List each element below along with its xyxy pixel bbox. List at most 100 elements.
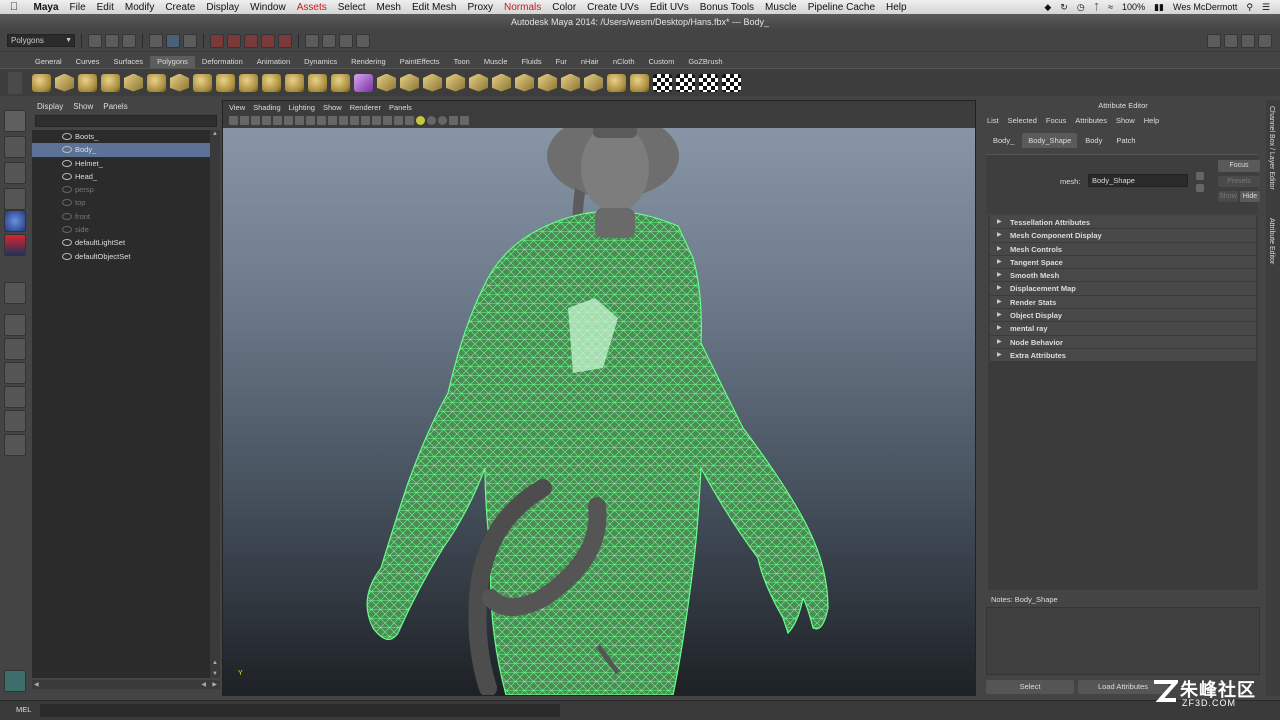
shelf-tab-toon[interactable]: Toon [447, 56, 477, 68]
snap-plane-icon[interactable] [261, 33, 275, 48]
shelf-tab-fur[interactable]: Fur [549, 56, 574, 68]
menu-maya[interactable]: Maya [28, 2, 64, 13]
scale-tool-icon[interactable] [4, 234, 26, 256]
xray-joints-icon[interactable] [427, 116, 436, 125]
attr-section-render-stats[interactable]: ▶ Render Stats [990, 295, 1256, 310]
viewport-scene[interactable]: Y [223, 128, 975, 695]
expand-arrow-icon[interactable]: ▶ [997, 282, 1002, 295]
outliner-search-field[interactable] [35, 115, 217, 127]
outliner-item[interactable]: top [32, 196, 210, 209]
resolution-gate-icon[interactable] [295, 116, 304, 125]
collapse-icon[interactable] [584, 73, 603, 92]
bluetooth-icon[interactable]: ᛏ [1094, 2, 1099, 12]
poly-cone-icon[interactable] [101, 73, 120, 92]
select-hierarchy-icon[interactable] [149, 33, 163, 48]
attr-section-object-display[interactable]: ▶ Object Display [990, 309, 1256, 323]
attribute-editor-toggle-icon[interactable] [1224, 33, 1238, 48]
last-tool-icon[interactable] [4, 282, 26, 304]
bookmarks-icon[interactable] [251, 116, 260, 125]
ipr-render-icon[interactable] [339, 33, 353, 48]
select-object-icon[interactable] [166, 33, 180, 48]
menu-pipeline-cache[interactable]: Pipeline Cache [802, 2, 880, 13]
presets-button[interactable]: Presets [1218, 176, 1260, 187]
hud-icon[interactable] [449, 116, 458, 125]
combine-icon[interactable] [239, 73, 258, 92]
menu-file[interactable]: File [64, 2, 91, 13]
persp-graph-layout-icon[interactable] [4, 386, 26, 408]
insert-edge-loop-icon[interactable] [492, 73, 511, 92]
lasso-tool-icon[interactable] [4, 136, 26, 158]
attr-menu-selected[interactable]: Selected [1008, 112, 1037, 130]
render-settings-icon[interactable] [356, 33, 370, 48]
isolate-select-icon[interactable] [460, 116, 469, 125]
menu-set-dropdown[interactable]: Polygons ▼ [7, 34, 75, 47]
outliner-item[interactable]: Body_ [32, 143, 210, 157]
persp-graph-outliner-layout-icon[interactable] [4, 434, 26, 456]
shelf-tab-deformation[interactable]: Deformation [195, 56, 250, 68]
wifi-icon[interactable]: ≈ [1108, 2, 1113, 12]
expand-arrow-icon[interactable]: ▶ [997, 309, 1002, 322]
menu-edit[interactable]: Edit [91, 2, 119, 13]
select-button[interactable]: Select [986, 680, 1074, 694]
shelf-tab-dynamics[interactable]: Dynamics [297, 56, 344, 68]
safe-title-icon[interactable] [339, 116, 348, 125]
viewport-menu-shading[interactable]: Shading [253, 101, 281, 114]
go-to-input-icon[interactable] [1196, 172, 1204, 180]
menu-muscle[interactable]: Muscle [760, 2, 803, 13]
extrude-icon[interactable] [377, 73, 396, 92]
outliner-vertical-scrollbar[interactable]: ▲ ▲ ▼ [210, 130, 220, 678]
attr-section-extra-attributes[interactable]: ▶ Extra Attributes [990, 348, 1256, 363]
menu-bonus-tools[interactable]: Bonus Tools [694, 2, 759, 13]
scroll-left-icon[interactable]: ◀ [34, 681, 39, 688]
outliner-menu-panels[interactable]: Panels [103, 100, 127, 114]
outliner-horizontal-scrollbar[interactable]: ◀ ◀ ▶ [32, 680, 220, 689]
spotlight-icon[interactable]: ⚲ [1246, 2, 1253, 13]
append-polygon-icon[interactable] [423, 73, 442, 92]
uv-texture-editor-icon[interactable] [676, 73, 695, 92]
xray-icon[interactable] [416, 116, 425, 125]
poly-pipe-icon[interactable] [216, 73, 235, 92]
dropbox-icon[interactable]: ◆ [1044, 2, 1051, 13]
persp-outliner-layout-icon[interactable] [4, 362, 26, 384]
cylindrical-mapping-icon[interactable] [630, 73, 649, 92]
outliner-item[interactable]: defaultObjectSet [32, 250, 210, 263]
expand-arrow-icon[interactable]: ▶ [997, 349, 1002, 362]
shelf-tab-animation[interactable]: Animation [250, 56, 297, 68]
viewport-menu-renderer[interactable]: Renderer [350, 101, 381, 114]
outliner-item[interactable]: Boots_ [32, 130, 210, 143]
image-plane-icon[interactable] [262, 116, 271, 125]
shelf-tab-muscle[interactable]: Muscle [477, 56, 515, 68]
scroll-right-icon[interactable]: ▶ [212, 681, 217, 688]
attribute-editor-tab[interactable]: Attribute Editor [1268, 218, 1275, 264]
attr-tab-body-[interactable]: Body_ [987, 133, 1020, 148]
menu-create-uvs[interactable]: Create UVs [582, 2, 645, 13]
panel-layout-icon[interactable] [1207, 33, 1221, 48]
time-machine-icon[interactable]: ◷ [1077, 2, 1085, 13]
shelf-gear-icon[interactable] [8, 72, 22, 94]
attr-section-mesh-controls[interactable]: ▶ Mesh Controls [990, 242, 1256, 256]
save-scene-icon[interactable] [122, 33, 136, 48]
shelf-tab-fluids[interactable]: Fluids [515, 56, 549, 68]
menu-modify[interactable]: Modify [119, 2, 159, 13]
mesh-name-field[interactable]: Body_Shape [1088, 174, 1188, 187]
make-live-icon[interactable] [278, 33, 292, 48]
merge-icon[interactable] [561, 73, 580, 92]
attr-section-smooth-mesh[interactable]: ▶ Smooth Mesh [990, 269, 1256, 283]
maya-logo-icon[interactable] [4, 670, 26, 692]
menu-assets[interactable]: Assets [291, 2, 332, 13]
focus-button[interactable]: Focus [1218, 160, 1260, 172]
expand-arrow-icon[interactable]: ▶ [997, 256, 1002, 269]
attr-section-displacement-map[interactable]: ▶ Displacement Map [990, 282, 1256, 296]
attr-section-mesh-component-display[interactable]: ▶ Mesh Component Display [990, 229, 1256, 243]
attr-section-mental-ray[interactable]: ▶ mental ray [990, 322, 1256, 336]
list-icon[interactable]: ☰ [1262, 2, 1270, 13]
single-perspective-layout-icon[interactable] [4, 314, 26, 336]
menu-edit-uvs[interactable]: Edit UVs [644, 2, 694, 13]
show-button[interactable]: Show [1218, 191, 1238, 202]
smooth-proxy-icon[interactable] [354, 73, 373, 92]
attr-menu-show[interactable]: Show [1116, 112, 1135, 130]
menu-help[interactable]: Help [881, 2, 913, 13]
fill-hole-icon[interactable] [446, 73, 465, 92]
command-input[interactable] [40, 704, 560, 717]
poly-sphere-icon[interactable] [32, 73, 51, 92]
